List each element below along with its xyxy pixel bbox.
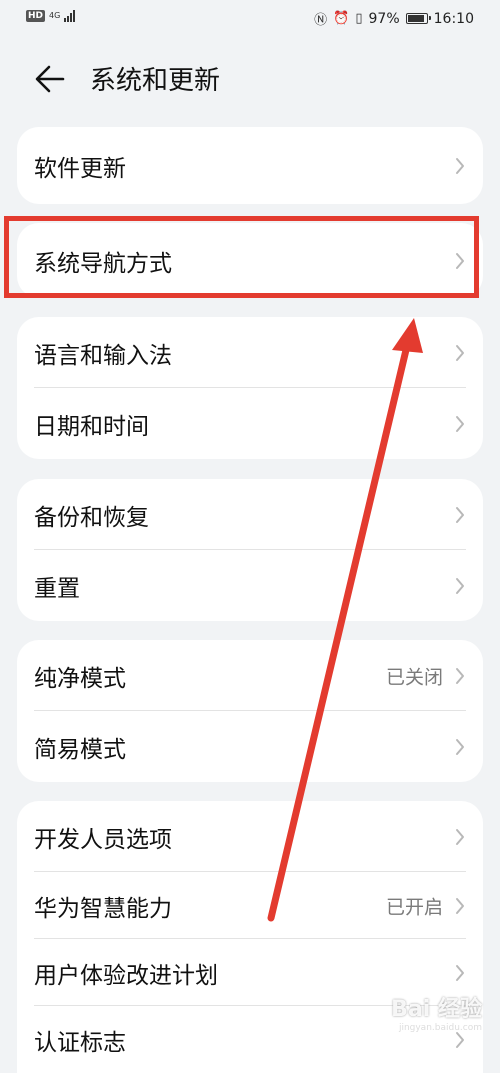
settings-group-backup: 备份和恢复 重置: [17, 479, 483, 621]
row-label: 备份和恢复: [34, 504, 149, 531]
chevron-right-icon: [456, 738, 464, 755]
row-developer-options[interactable]: 开发人员选项: [17, 801, 483, 872]
row-label: 重置: [34, 575, 80, 602]
chevron-right-icon: [456, 577, 464, 594]
row-label: 认证标志: [34, 1029, 126, 1056]
row-pure-mode[interactable]: 纯净模式 已关闭: [17, 640, 483, 711]
status-text: 已开启: [385, 896, 443, 918]
vibrate-icon: ▯: [355, 11, 363, 26]
row-simple-mode[interactable]: 简易模式: [17, 711, 483, 782]
row-label: 用户体验改进计划: [34, 962, 218, 989]
highlight-box: [4, 216, 479, 298]
status-right: Ⓝ ⏰ ▯ 97% 16:10: [314, 9, 474, 29]
watermark-logo: Bai 经验 jingyan.baidu.com: [391, 997, 482, 1033]
chevron-right-icon: [456, 897, 464, 914]
row-label: 华为智慧能力: [34, 895, 172, 922]
row-label: 简易模式: [34, 736, 126, 763]
row-huawei-ai[interactable]: 华为智慧能力 已开启: [17, 872, 483, 939]
network-type: 4G: [49, 11, 61, 20]
status-left: HD 4G: [26, 10, 76, 22]
hd-badge: HD: [26, 10, 46, 22]
chevron-right-icon: [456, 964, 464, 981]
row-label: 纯净模式: [34, 665, 126, 692]
settings-group-update: 软件更新: [17, 127, 483, 204]
row-reset[interactable]: 重置: [17, 550, 483, 621]
row-language-input[interactable]: 语言和输入法: [17, 317, 483, 388]
chevron-right-icon: [456, 344, 464, 361]
row-label: 开发人员选项: [34, 826, 172, 853]
settings-group-language: 语言和输入法 日期和时间: [17, 317, 483, 459]
row-label: 日期和时间: [34, 413, 149, 440]
row-label: 语言和输入法: [34, 342, 172, 369]
clock: 16:10: [433, 10, 474, 27]
chevron-right-icon: [456, 415, 464, 432]
status-bar: HD 4G Ⓝ ⏰ ▯ 97% 16:10: [0, 0, 500, 38]
row-backup-restore[interactable]: 备份和恢复: [17, 479, 483, 550]
chevron-right-icon: [456, 1031, 464, 1048]
chevron-right-icon: [456, 157, 464, 174]
row-date-time[interactable]: 日期和时间: [17, 388, 483, 459]
alarm-icon: ⏰: [333, 11, 350, 26]
back-arrow-icon[interactable]: [33, 62, 67, 96]
page-title: 系统和更新: [90, 66, 221, 96]
chevron-right-icon: [456, 667, 464, 684]
battery-icon: [405, 13, 431, 24]
row-label: 软件更新: [34, 155, 126, 182]
row-software-update[interactable]: 软件更新: [17, 127, 483, 204]
signal-icon: [64, 10, 76, 22]
chevron-right-icon: [456, 506, 464, 523]
settings-group-modes: 纯净模式 已关闭 简易模式: [17, 640, 483, 782]
status-text: 已关闭: [385, 666, 443, 688]
chevron-right-icon: [456, 828, 464, 845]
battery-percent: 97%: [368, 10, 400, 27]
nfc-icon: Ⓝ: [314, 13, 328, 28]
page-header: 系统和更新: [0, 50, 500, 108]
